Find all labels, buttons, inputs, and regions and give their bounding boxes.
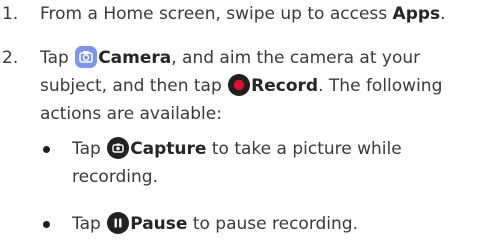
camera-app-icon bbox=[75, 46, 98, 68]
pause-label: Pause bbox=[130, 214, 188, 234]
record-label: Record bbox=[251, 76, 319, 96]
step-text: Tap Camera, and aim the camera at your s… bbox=[40, 46, 443, 124]
step-number: 1. bbox=[2, 4, 19, 24]
camera-label: Camera bbox=[98, 48, 172, 68]
apps-label: Apps bbox=[392, 4, 441, 24]
pause-icon bbox=[107, 212, 130, 234]
record-icon bbox=[228, 74, 251, 96]
capture-label: Capture bbox=[130, 139, 207, 159]
bullet-dot bbox=[43, 146, 50, 153]
instructions-page: 1. From a Home screen, swipe up to acces… bbox=[0, 0, 482, 248]
step-text: From a Home screen, swipe up to access A… bbox=[40, 4, 446, 24]
bullet-dot bbox=[43, 221, 50, 228]
step-number: 2. bbox=[2, 48, 19, 68]
capture-camera-icon bbox=[107, 137, 130, 159]
